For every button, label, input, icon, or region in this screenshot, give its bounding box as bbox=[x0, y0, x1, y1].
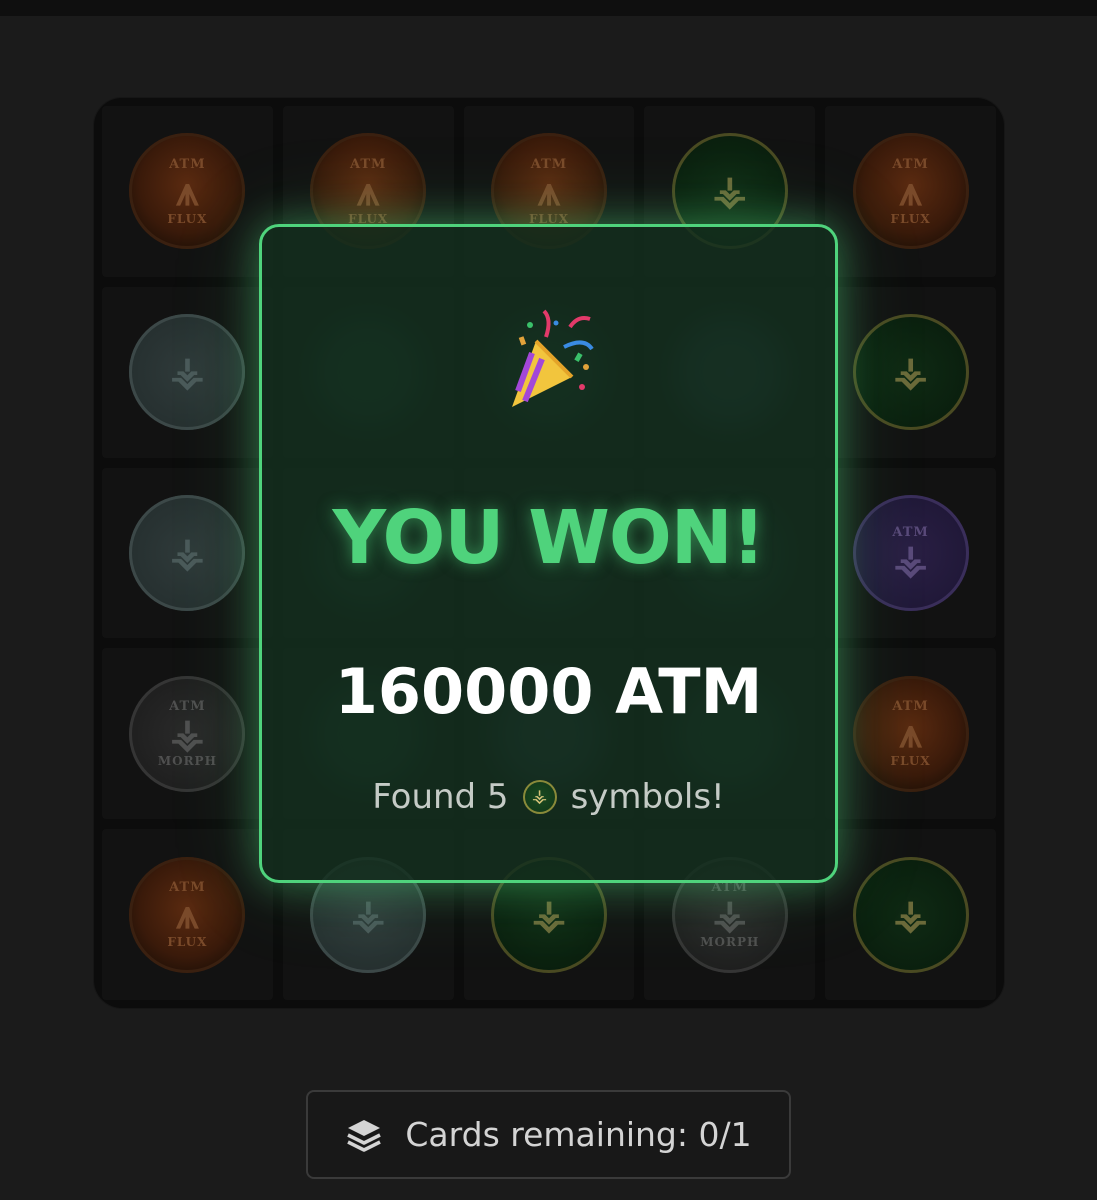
grid-cell[interactable]: ⚶ bbox=[825, 829, 996, 1000]
grid-cell[interactable]: ATM ⚶ bbox=[825, 467, 996, 639]
silver-coin-icon: ⚶ bbox=[129, 494, 246, 611]
grid-cell[interactable]: ⚶ bbox=[102, 467, 273, 639]
coin-glyph: ⚶ bbox=[712, 167, 747, 215]
grid-cell[interactable]: ATM ⚶ MORPH bbox=[102, 648, 273, 820]
coin-bottom-text: FLUX bbox=[167, 211, 208, 226]
morph-coin-icon: ATM ⚶ MORPH bbox=[129, 675, 246, 792]
found-symbols-message: Found 5 ⚶ symbols! bbox=[262, 777, 835, 817]
grid-cell[interactable]: ATM ⩚ FLUX bbox=[825, 106, 996, 277]
atm-rune-coin-icon: ⚶ bbox=[522, 780, 557, 814]
grid-cell[interactable]: ATM ⩚ FLUX bbox=[825, 648, 996, 820]
coin-glyph: ⚶ bbox=[712, 891, 747, 939]
win-title: YOU WON! bbox=[332, 495, 766, 581]
cards-remaining-badge: Cards remaining: 0/1 bbox=[306, 1090, 791, 1179]
found-suffix: symbols! bbox=[570, 777, 725, 817]
coin-bottom-text: MORPH bbox=[700, 935, 760, 950]
rune-coin-icon: ⚶ bbox=[852, 314, 969, 431]
rune-coin-icon: ⚶ bbox=[852, 856, 969, 973]
win-amount: 160000 ATM bbox=[334, 655, 763, 728]
coin-glyph: ⚶ bbox=[170, 348, 205, 396]
grid-cell[interactable]: ATM ⩚ FLUX bbox=[102, 106, 273, 277]
coin-glyph: ⩚ bbox=[176, 167, 199, 215]
coin-bottom-text: MORPH bbox=[157, 754, 217, 769]
coin-glyph: ⚶ bbox=[531, 890, 566, 938]
flux-coin-icon: ATM ⩚ FLUX bbox=[129, 856, 246, 973]
coin-glyph: ⚶ bbox=[351, 890, 386, 938]
coin-glyph: ⚶ bbox=[170, 528, 205, 576]
grid-cell[interactable]: ⚶ bbox=[825, 286, 996, 458]
flux-coin-icon: ATM ⩚ FLUX bbox=[852, 133, 969, 250]
found-prefix: Found 5 bbox=[372, 777, 509, 817]
coin-glyph: ⚶ bbox=[893, 348, 928, 396]
coin-glyph: ⚶ bbox=[893, 890, 928, 938]
grid-cell[interactable]: ATM ⩚ FLUX bbox=[102, 829, 273, 1000]
flux-coin-icon: ATM ⩚ FLUX bbox=[129, 133, 246, 250]
party-popper-icon bbox=[512, 309, 594, 407]
coin-glyph: ⩚ bbox=[356, 167, 380, 215]
cards-remaining-label: Cards remaining: 0/1 bbox=[405, 1115, 752, 1154]
coin-bottom-text: FLUX bbox=[890, 211, 931, 226]
coin-glyph: ⚶ bbox=[893, 536, 928, 584]
grid-cell[interactable]: ⚶ bbox=[102, 286, 273, 458]
silver-coin-icon: ⚶ bbox=[129, 314, 246, 431]
coin-glyph: ⚶ bbox=[170, 710, 205, 758]
win-modal: YOU WON! 160000 ATM Found 5 ⚶ symbols! bbox=[259, 224, 838, 883]
coin-glyph: ⩚ bbox=[899, 167, 922, 215]
coin-bottom-text: FLUX bbox=[167, 935, 208, 950]
coin-glyph: ⩚ bbox=[899, 710, 922, 758]
flux-coin-icon: ATM ⩚ FLUX bbox=[852, 675, 969, 792]
coin-glyph: ⩚ bbox=[176, 891, 199, 939]
coin-bottom-text: FLUX bbox=[890, 754, 931, 769]
ether-coin-icon: ATM ⚶ bbox=[852, 494, 969, 611]
layers-icon bbox=[347, 1119, 382, 1152]
coin-glyph: ⩚ bbox=[537, 167, 561, 215]
top-bar bbox=[0, 0, 1097, 16]
